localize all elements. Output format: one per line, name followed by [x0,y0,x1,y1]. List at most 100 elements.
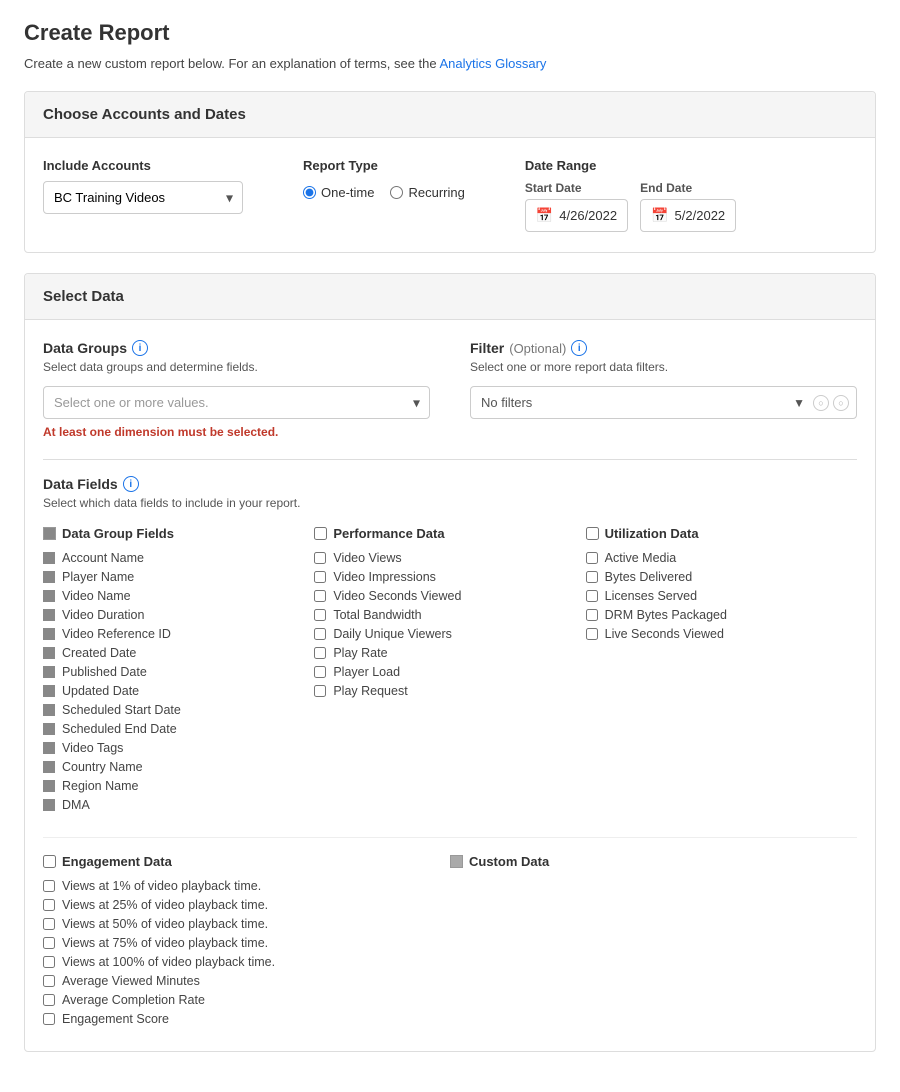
field-checkbox[interactable] [43,723,55,735]
data-fields-sublabel: Select which data fields to include in y… [43,496,857,510]
field-checkbox[interactable] [314,590,326,602]
calendar-icon-start: 📅 [536,207,553,224]
list-item: Views at 25% of video playback time. [43,898,440,912]
field-checkbox[interactable] [43,799,55,811]
list-item: Published Date [43,665,304,679]
utilization-data-checkbox[interactable] [586,527,599,540]
list-item: Scheduled End Date [43,722,304,736]
analytics-glossary-link[interactable]: Analytics Glossary [440,56,547,71]
filter-clear-btn[interactable]: ○ [813,395,829,411]
field-checkbox[interactable] [314,666,326,678]
start-date-field: Start Date 📅 4/26/2022 [525,181,628,232]
field-checkbox[interactable] [314,685,326,697]
field-checkbox[interactable] [43,685,55,697]
start-date-input[interactable]: 📅 4/26/2022 [525,199,628,232]
data-group-fields-checkbox[interactable] [43,527,56,540]
data-groups-info-icon[interactable]: i [132,340,148,356]
field-checkbox[interactable] [586,571,598,583]
list-item: Account Name [43,551,304,565]
filter-select[interactable]: No filters [470,386,857,419]
list-item: DRM Bytes Packaged [586,608,847,622]
list-item: Bytes Delivered [586,570,847,584]
data-groups-select[interactable]: Select one or more values. [43,386,430,419]
start-date-label: Start Date [525,181,628,195]
list-item: Created Date [43,646,304,660]
list-item: Video Tags [43,741,304,755]
list-item: Play Request [314,684,575,698]
field-checkbox[interactable] [586,628,598,640]
include-accounts-select[interactable]: BC Training Videos [43,181,243,214]
include-accounts-label: Include Accounts [43,158,243,173]
field-checkbox[interactable] [43,761,55,773]
data-groups-error: At least one dimension must be selected. [43,425,430,439]
performance-data-col: Performance Data Video Views Video Impre… [314,526,585,817]
report-type-group: Report Type One-time Recurring [303,158,465,200]
field-checkbox[interactable] [43,666,55,678]
filter-info-icon[interactable]: i [571,340,587,356]
field-checkbox[interactable] [43,918,55,930]
field-checkbox[interactable] [43,880,55,892]
radio-recurring[interactable]: Recurring [390,185,464,200]
data-groups-col: Data Groups i Select data groups and det… [43,340,430,439]
filter-select-wrapper: No filters ▼ ○ ○ [470,386,857,419]
report-type-label: Report Type [303,158,465,173]
data-groups-sublabel: Select data groups and determine fields. [43,360,430,374]
list-item: Country Name [43,760,304,774]
list-item: Licenses Served [586,589,847,603]
field-checkbox[interactable] [314,628,326,640]
list-item: Video Impressions [314,570,575,584]
data-fields-info-icon[interactable]: i [123,476,139,492]
field-checkbox[interactable] [314,647,326,659]
accounts-dates-section: Choose Accounts and Dates Include Accoun… [24,91,876,253]
field-checkbox[interactable] [43,994,55,1006]
field-checkbox[interactable] [314,571,326,583]
custom-data-checkbox[interactable] [450,855,463,868]
field-checkbox[interactable] [586,552,598,564]
filter-add-btn[interactable]: ○ [833,395,849,411]
end-date-value: 5/2/2022 [675,208,726,223]
data-fields-label: Data Fields i [43,476,857,492]
field-checkbox[interactable] [43,590,55,602]
list-item: Average Completion Rate [43,993,440,1007]
field-checkbox[interactable] [43,628,55,640]
field-checkbox[interactable] [43,742,55,754]
list-item: Daily Unique Viewers [314,627,575,641]
list-item: Player Name [43,570,304,584]
intro-text: Create a new custom report below. For an… [24,56,876,71]
filter-optional-label: (Optional) [509,341,566,356]
data-fields-section: Data Fields i Select which data fields t… [43,459,857,1031]
field-checkbox[interactable] [43,552,55,564]
field-checkbox[interactable] [43,571,55,583]
filter-col: Filter (Optional) i Select one or more r… [470,340,857,419]
field-checkbox[interactable] [43,704,55,716]
engagement-data-checkbox[interactable] [43,855,56,868]
field-checkbox[interactable] [43,647,55,659]
list-item: Video Seconds Viewed [314,589,575,603]
list-item: Video Duration [43,608,304,622]
list-item: Total Bandwidth [314,608,575,622]
field-checkbox[interactable] [43,1013,55,1025]
field-checkbox[interactable] [586,609,598,621]
field-checkbox[interactable] [314,552,326,564]
list-item: Live Seconds Viewed [586,627,847,641]
field-checkbox[interactable] [586,590,598,602]
end-date-input[interactable]: 📅 5/2/2022 [640,199,736,232]
performance-data-header: Performance Data [314,526,575,541]
accounts-dates-header: Choose Accounts and Dates [25,92,875,138]
data-group-fields-col: Data Group Fields Account Name Player Na… [43,526,314,817]
field-checkbox[interactable] [43,975,55,987]
field-checkbox[interactable] [43,937,55,949]
field-checkbox[interactable] [43,956,55,968]
field-checkbox[interactable] [43,609,55,621]
utilization-data-header: Utilization Data [586,526,847,541]
accounts-row: Include Accounts BC Training Videos Repo… [43,158,857,232]
field-checkbox[interactable] [43,899,55,911]
performance-data-checkbox[interactable] [314,527,327,540]
field-checkbox[interactable] [43,780,55,792]
data-group-fields-header: Data Group Fields [43,526,304,541]
radio-one-time[interactable]: One-time [303,185,374,200]
end-date-field: End Date 📅 5/2/2022 [640,181,736,232]
data-groups-select-wrapper: Select one or more values. [43,386,430,419]
field-checkbox[interactable] [314,609,326,621]
include-accounts-group: Include Accounts BC Training Videos [43,158,243,214]
